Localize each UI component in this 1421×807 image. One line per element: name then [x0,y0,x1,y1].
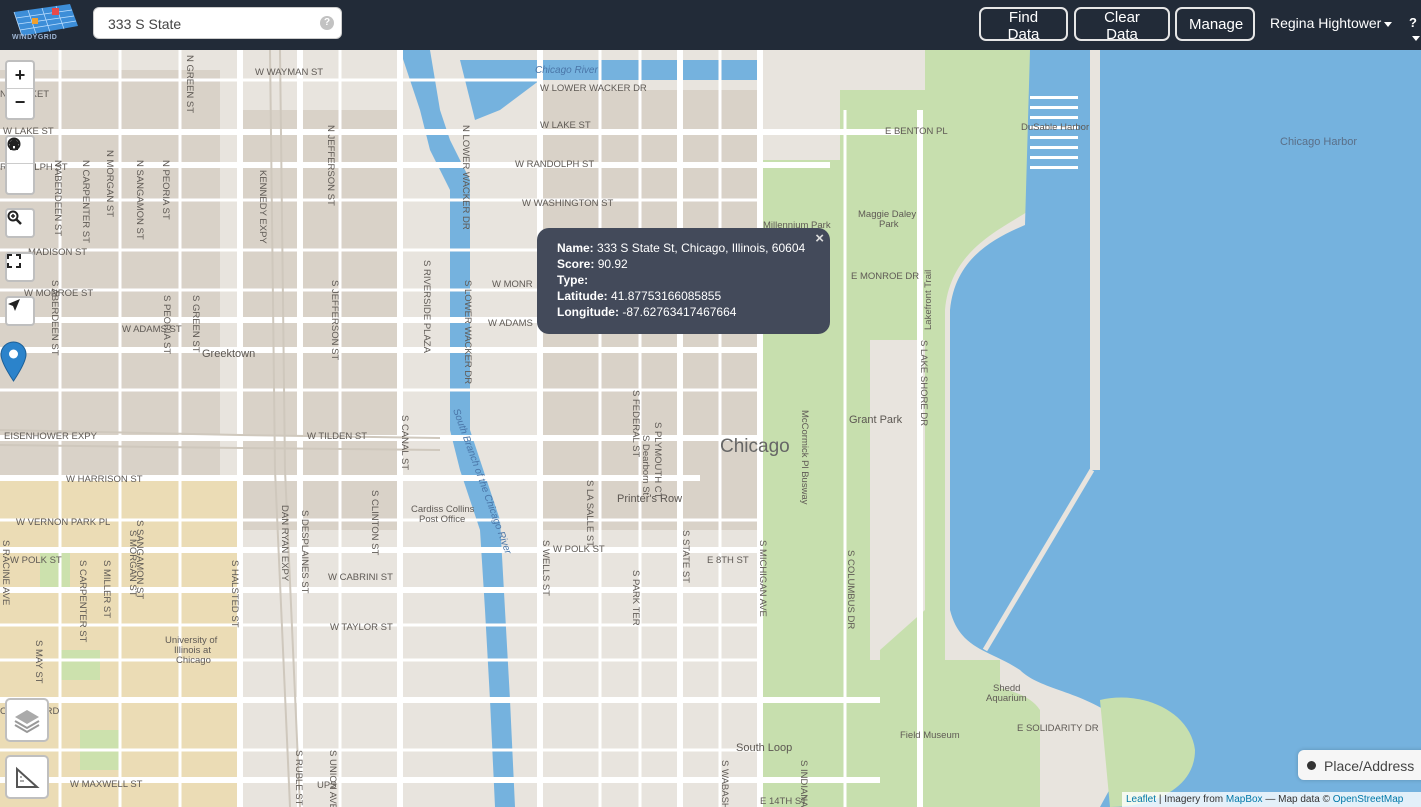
layers-control[interactable] [5,698,49,742]
zoom-box-control [5,208,35,238]
chevron-down-icon [1412,36,1420,42]
layers-icon [14,710,40,734]
navigate-control [5,296,35,326]
popup-latitude-value: 41.87753166085855 [611,289,722,303]
map-legend[interactable]: Place/Address [1298,750,1421,780]
measure-control[interactable] [5,755,49,799]
map-canvas[interactable]: Chicago River W LOWER WACKER DR W LAKE S… [0,50,1421,807]
popup-latitude-label: Latitude: [557,289,608,303]
popup-score-value: 90.92 [597,257,628,271]
zoom-magnifier-icon[interactable] [7,210,33,236]
leaflet-link[interactable]: Leaflet [1126,794,1156,805]
fullscreen-icon[interactable] [7,254,33,280]
popup-longitude-label: Longitude: [557,305,619,319]
help-menu[interactable]: ? [1409,15,1421,45]
popup-longitude-value: -87.62763417467664 [622,305,737,319]
popup-type-label: Type: [557,273,589,287]
place-dot-icon [1307,761,1316,770]
locate-target-icon[interactable] [7,137,33,190]
search-help-icon[interactable]: ? [320,16,334,30]
attrib-mapdata: — Map data © [1265,794,1330,805]
search-input[interactable] [106,8,320,40]
map-tiles [0,50,1421,807]
manage-button[interactable]: Manage [1175,7,1255,41]
popup-score-row: Score: 90.92 [557,256,810,272]
close-icon[interactable]: × [815,231,824,247]
ruler-icon [16,766,40,788]
top-navbar: WINDYGRID ? Find Data Clear Data Manage … [0,0,1421,50]
popup-type-row: Type: [557,272,810,288]
attrib-imagery: | Imagery from [1158,794,1224,805]
zoom-out-button[interactable]: − [7,88,33,115]
fullscreen-control [5,252,35,282]
user-menu[interactable]: Regina Hightower [1270,15,1393,31]
osm-link[interactable]: OpenStreetMap [1333,794,1404,805]
find-data-button[interactable]: Find Data [979,7,1068,43]
map-attribution: Leaflet | Imagery from MapBox — Map data… [1122,792,1421,807]
popup-longitude-row: Longitude: -87.62763417467664 [557,304,810,320]
zoom-in-button[interactable]: + [7,62,33,88]
logo-text: WINDYGRID [12,34,58,41]
map-pin-icon[interactable] [0,341,27,382]
help-icon: ? [1409,15,1417,30]
legend-label: Place/Address [1324,758,1415,774]
clear-data-button[interactable]: Clear Data [1074,7,1170,43]
chevron-down-icon [1384,21,1393,27]
user-name: Regina Hightower [1270,15,1382,31]
navigation-arrow-icon[interactable] [7,298,33,324]
popup-name-value: 333 S State St, Chicago, Illinois, 60604 [597,241,806,255]
mapbox-link[interactable]: MapBox [1226,794,1263,805]
popup-name-row: Name: 333 S State St, Chicago, Illinois,… [557,240,810,256]
location-popup: × Name: 333 S State St, Chicago, Illinoi… [537,228,830,334]
zoom-control: + − [5,60,35,120]
search-box: ? [93,7,342,40]
popup-score-label: Score: [557,257,595,271]
popup-latitude-row: Latitude: 41.87753166085855 [557,288,810,304]
home-locate-control [5,135,35,195]
popup-name-label: Name: [557,241,594,255]
